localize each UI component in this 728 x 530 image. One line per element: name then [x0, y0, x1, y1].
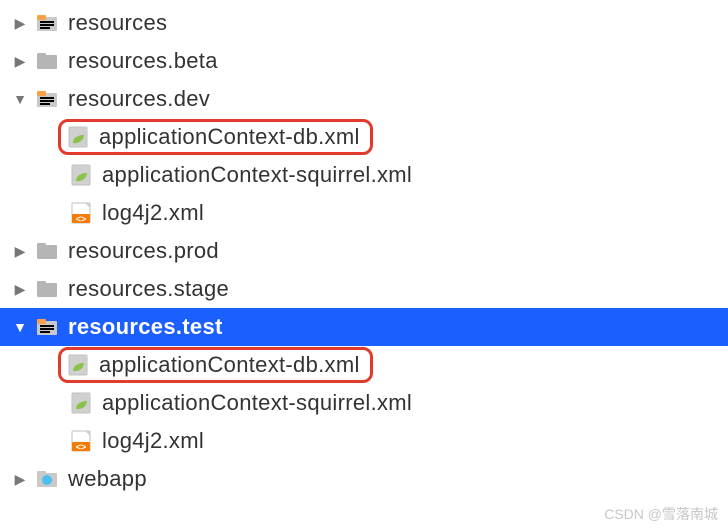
- tree-item-webapp[interactable]: ▶ webapp: [0, 460, 728, 498]
- highlight-annotation: applicationContext-db.xml: [58, 119, 373, 155]
- folder-icon: [34, 48, 60, 74]
- tree-item-label: resources.test: [68, 314, 223, 340]
- tree-item-test-app-squirrel[interactable]: applicationContext-squirrel.xml: [0, 384, 728, 422]
- svg-text:<>: <>: [76, 214, 87, 224]
- collapse-arrow-icon[interactable]: ▼: [6, 91, 34, 107]
- xml-file-icon: <>: [68, 200, 94, 226]
- tree-item-label: resources.dev: [68, 86, 210, 112]
- resources-folder-icon: [34, 86, 60, 112]
- tree-item-label: applicationContext-squirrel.xml: [102, 390, 412, 416]
- tree-item-test-app-db[interactable]: applicationContext-db.xml: [0, 346, 728, 384]
- webapp-folder-icon: [34, 466, 60, 492]
- tree-item-label: applicationContext-db.xml: [99, 352, 360, 378]
- tree-item-resources-stage[interactable]: ▶ resources.stage: [0, 270, 728, 308]
- tree-item-label: resources.stage: [68, 276, 229, 302]
- tree-item-resources-test[interactable]: ▼ resources.test: [0, 308, 728, 346]
- expand-arrow-icon[interactable]: ▶: [6, 243, 34, 260]
- spring-config-file-icon: [68, 390, 94, 416]
- watermark-text: CSDN @雪落南城: [604, 504, 718, 524]
- spring-config-file-icon: [65, 352, 91, 378]
- tree-item-label: applicationContext-db.xml: [99, 124, 360, 150]
- project-tree: ▶ resources ▶ resources.beta ▼ resources…: [0, 0, 728, 498]
- tree-item-resources-prod[interactable]: ▶ resources.prod: [0, 232, 728, 270]
- tree-item-label: resources.beta: [68, 48, 218, 74]
- tree-item-dev-app-squirrel[interactable]: applicationContext-squirrel.xml: [0, 156, 728, 194]
- expand-arrow-icon[interactable]: ▶: [6, 53, 34, 70]
- svg-text:<>: <>: [76, 442, 87, 452]
- expand-arrow-icon[interactable]: ▶: [6, 471, 34, 488]
- tree-item-label: log4j2.xml: [102, 200, 204, 226]
- collapse-arrow-icon[interactable]: ▼: [6, 319, 34, 335]
- tree-item-test-log4j2[interactable]: <> log4j2.xml: [0, 422, 728, 460]
- tree-item-dev-log4j2[interactable]: <> log4j2.xml: [0, 194, 728, 232]
- tree-item-label: log4j2.xml: [102, 428, 204, 454]
- tree-item-resources-dev[interactable]: ▼ resources.dev: [0, 80, 728, 118]
- spring-config-file-icon: [68, 162, 94, 188]
- expand-arrow-icon[interactable]: ▶: [6, 281, 34, 298]
- resources-folder-icon: [34, 314, 60, 340]
- resources-folder-icon: [34, 10, 60, 36]
- expand-arrow-icon[interactable]: ▶: [6, 15, 34, 32]
- tree-item-label: resources: [68, 10, 167, 36]
- xml-file-icon: <>: [68, 428, 94, 454]
- tree-item-resources[interactable]: ▶ resources: [0, 4, 728, 42]
- tree-item-dev-app-db[interactable]: applicationContext-db.xml: [0, 118, 728, 156]
- spring-config-file-icon: [65, 124, 91, 150]
- tree-item-label: resources.prod: [68, 238, 219, 264]
- folder-icon: [34, 238, 60, 264]
- tree-item-label: applicationContext-squirrel.xml: [102, 162, 412, 188]
- folder-icon: [34, 276, 60, 302]
- highlight-annotation: applicationContext-db.xml: [58, 347, 373, 383]
- tree-item-label: webapp: [68, 466, 147, 492]
- tree-item-resources-beta[interactable]: ▶ resources.beta: [0, 42, 728, 80]
